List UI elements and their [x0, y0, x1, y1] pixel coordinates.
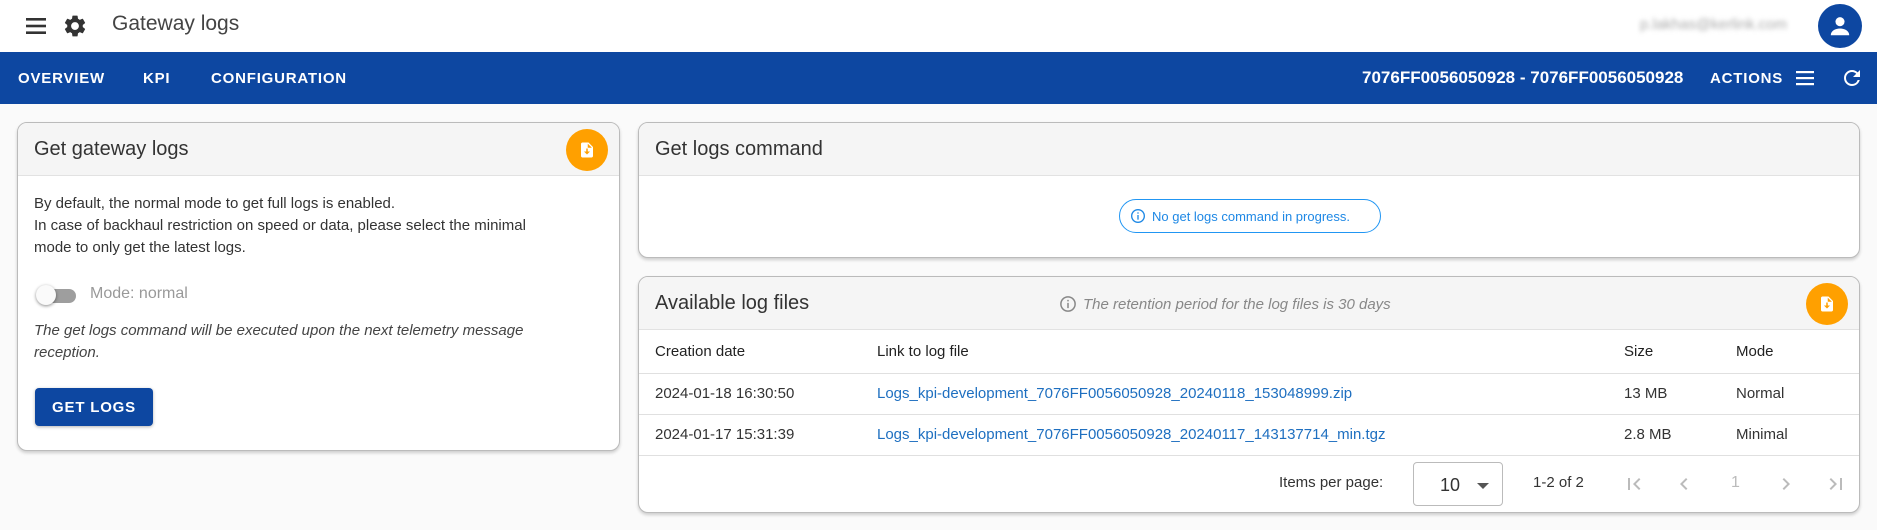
- cell-creation-date: 2024-01-17 15:31:39: [639, 414, 877, 456]
- description-line-2: In case of backhaul restriction on speed…: [34, 217, 526, 234]
- column-header-mode[interactable]: Mode: [1736, 331, 1859, 374]
- log-files-table: Creation date Link to log file Size Mode…: [639, 331, 1859, 456]
- first-page-icon[interactable]: [1622, 472, 1646, 496]
- gateway-id: 7076FF0056050928 - 7076FF0056050928: [1362, 68, 1684, 87]
- menu-icon[interactable]: [24, 15, 48, 37]
- table-header-row: Creation date Link to log file Size Mode: [639, 331, 1859, 374]
- toggle-knob: [36, 285, 56, 305]
- card-header: Get logs command: [639, 123, 1859, 176]
- pagination-range: 1-2 of 2: [1533, 474, 1584, 491]
- cell-creation-date: 2024-01-18 16:30:50: [639, 373, 877, 415]
- file-download-icon: [581, 142, 593, 158]
- tab-overview[interactable]: OVERVIEW: [18, 70, 105, 87]
- card-header: Available log files The retention period…: [639, 277, 1859, 330]
- person-icon: [1830, 17, 1850, 36]
- mode-label: Mode: normal: [90, 285, 188, 302]
- page-title: Gateway logs: [112, 12, 240, 35]
- table-row: 2024-01-18 16:30:50 Logs_kpi-development…: [639, 373, 1859, 415]
- tab-configuration[interactable]: CONFIGURATION: [211, 70, 347, 87]
- log-file-link[interactable]: Logs_kpi-development_7076FF0056050928_20…: [877, 426, 1385, 443]
- card-title: Get gateway logs: [34, 138, 189, 160]
- top-bar: Gateway logs p.lakhas@kerlink.com: [0, 0, 1877, 52]
- items-per-page-value: 10: [1440, 475, 1461, 495]
- current-page: 1: [1731, 474, 1740, 491]
- tab-kpi[interactable]: KPI: [143, 70, 170, 87]
- download-files-fab[interactable]: [1806, 283, 1848, 325]
- available-log-files-card: Available log files The retention period…: [638, 276, 1860, 513]
- cell-size: 13 MB: [1624, 373, 1736, 415]
- log-file-link[interactable]: Logs_kpi-development_7076FF0056050928_20…: [877, 385, 1352, 402]
- column-header-creation-date[interactable]: Creation date: [639, 331, 877, 374]
- execution-note-line-1: The get logs command will be executed up…: [34, 322, 524, 339]
- retention-text: The retention period for the log files i…: [1083, 295, 1391, 313]
- items-per-page-label: Items per page:: [1279, 474, 1384, 491]
- get-logs-button[interactable]: GET LOGS: [35, 388, 153, 426]
- cell-mode: Normal: [1736, 373, 1859, 415]
- refresh-icon[interactable]: [1840, 66, 1864, 90]
- actions-button[interactable]: ACTIONS: [1710, 70, 1783, 87]
- column-header-link[interactable]: Link to log file: [877, 331, 1624, 374]
- nav-bar: OVERVIEW KPI CONFIGURATION 7076FF0056050…: [0, 52, 1877, 104]
- card-title: Available log files: [655, 292, 810, 314]
- table-row: 2024-01-17 15:31:39 Logs_kpi-development…: [639, 414, 1859, 456]
- card-title: Get logs command: [655, 138, 823, 160]
- execution-note: The get logs command will be executed up…: [34, 320, 564, 364]
- execution-note-line-2: reception.: [34, 344, 100, 361]
- mode-toggle[interactable]: [36, 285, 76, 305]
- get-logs-command-card: Get logs command No get logs command in …: [638, 122, 1860, 258]
- retention-note: The retention period for the log files i…: [1059, 295, 1391, 313]
- gear-icon[interactable]: [62, 13, 88, 39]
- file-download-icon: [1821, 296, 1833, 312]
- last-page-icon[interactable]: [1824, 472, 1848, 496]
- chevron-left-icon[interactable]: [1672, 472, 1696, 496]
- items-per-page-select[interactable]: 10: [1413, 462, 1503, 506]
- info-icon: [1131, 209, 1145, 223]
- command-status-chip: No get logs command in progress.: [1119, 199, 1381, 233]
- card-header: Get gateway logs: [18, 123, 619, 176]
- get-gateway-logs-card: Get gateway logs By default, the normal …: [17, 122, 620, 451]
- info-icon: [1060, 296, 1076, 312]
- actions-menu-icon[interactable]: [1796, 70, 1814, 86]
- column-header-size[interactable]: Size: [1624, 331, 1736, 374]
- command-status-text: No get logs command in progress.: [1152, 208, 1350, 224]
- cell-mode: Minimal: [1736, 414, 1859, 456]
- cell-size: 2.8 MB: [1624, 414, 1736, 456]
- description-line-3: mode to only get the latest logs.: [34, 239, 246, 256]
- chevron-down-icon: [1477, 483, 1489, 489]
- avatar[interactable]: [1818, 4, 1862, 48]
- user-email: p.lakhas@kerlink.com: [1640, 16, 1787, 33]
- chevron-right-icon[interactable]: [1774, 472, 1798, 496]
- description-line-1: By default, the normal mode to get full …: [34, 195, 396, 212]
- download-logs-fab[interactable]: [566, 129, 608, 171]
